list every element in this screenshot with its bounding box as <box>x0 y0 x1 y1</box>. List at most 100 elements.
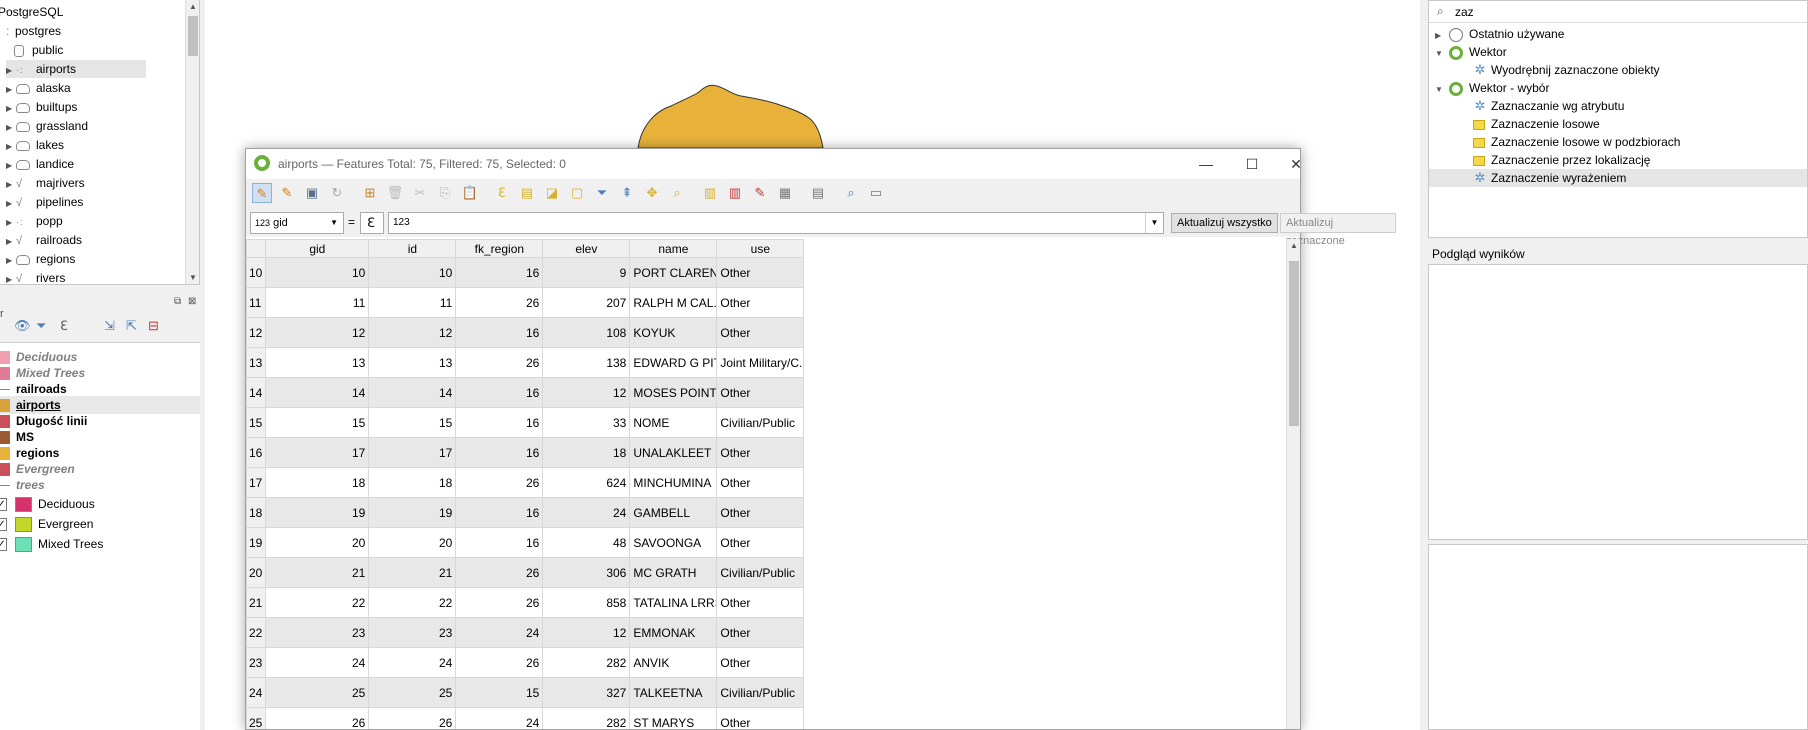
table-cell[interactable]: TATALINA LRRS <box>629 587 718 618</box>
table-row[interactable]: 18 19 19 16 24 GAMBELL Other <box>246 497 805 528</box>
table-row[interactable]: 17 18 18 26 624 MINCHUMINA Other <box>246 467 805 498</box>
row-number[interactable]: 21 <box>246 587 267 618</box>
table-cell[interactable]: ST MARYS <box>629 707 718 729</box>
table-corner[interactable] <box>246 239 267 258</box>
table-cell[interactable]: 16 <box>455 437 544 468</box>
table-cell[interactable]: 19 <box>368 497 457 528</box>
browser-item[interactable]: ▶ alaska <box>6 79 71 97</box>
select-all-icon[interactable]: ▤ <box>517 183 537 203</box>
table-cell[interactable]: 23 <box>265 617 370 648</box>
table-cell[interactable]: EMMONAK <box>629 617 718 648</box>
close-icon[interactable]: ✕ <box>1276 153 1316 175</box>
toolbox-item[interactable]: Zaznaczenie losowe w podzbiorach <box>1473 133 1680 151</box>
row-number[interactable]: 12 <box>246 317 267 348</box>
row-number[interactable]: 18 <box>246 497 267 528</box>
column-header[interactable]: fk_region <box>455 239 544 258</box>
table-cell[interactable]: 23 <box>368 617 457 648</box>
delete-field-icon[interactable]: ▥ <box>725 183 745 203</box>
browser-item[interactable]: ▶ √ rivers <box>6 269 65 284</box>
column-header[interactable]: use <box>716 239 805 258</box>
table-cell[interactable]: MINCHUMINA <box>629 467 718 498</box>
table-cell[interactable]: 21 <box>265 557 370 588</box>
table-cell[interactable]: 24 <box>265 647 370 678</box>
dialog-titlebar[interactable]: airports — Features Total: 75, Filtered:… <box>246 149 1302 179</box>
delete-feature-icon[interactable]: 🗑 <box>385 183 405 203</box>
table-cell[interactable]: Other <box>716 647 805 678</box>
table-row[interactable]: 25 26 26 24 282 ST MARYS Other <box>246 707 805 729</box>
table-cell[interactable]: 16 <box>455 407 544 438</box>
table-cell[interactable]: ANVIK <box>629 647 718 678</box>
actions-icon[interactable]: ▭ <box>866 183 886 203</box>
expand-arrow-icon[interactable]: ▶ <box>6 176 16 194</box>
table-cell[interactable]: 26 <box>455 467 544 498</box>
field-combo[interactable]: 123 gid ▼ <box>250 212 344 234</box>
toolbox-item[interactable]: ✲ Zaznaczanie wg atrybutu <box>1473 97 1625 115</box>
legend-checkbox[interactable]: ✓ <box>0 538 7 552</box>
field-calculator-icon[interactable]: ▦ <box>775 183 795 203</box>
browser-item[interactable]: ▶ √ majrivers <box>6 174 85 192</box>
add-feature-icon[interactable]: ⊞ <box>360 183 380 203</box>
table-cell[interactable]: Other <box>716 467 805 498</box>
expand-arrow-icon[interactable]: ▶ <box>6 271 16 284</box>
filter-icon[interactable]: ⏷ <box>36 318 46 334</box>
table-cell[interactable]: 26 <box>455 587 544 618</box>
table-cell[interactable]: 24 <box>455 707 544 729</box>
row-number[interactable]: 13 <box>246 347 267 378</box>
table-cell[interactable]: 858 <box>542 587 631 618</box>
scroll-thumb[interactable] <box>1289 261 1299 426</box>
filter-select-icon[interactable]: ⏷ <box>592 183 612 203</box>
table-row[interactable]: 12 12 12 16 108 KOYUK Other <box>246 317 805 348</box>
table-cell[interactable]: 18 <box>265 467 370 498</box>
expand-arrow-icon[interactable]: ▶ <box>6 81 16 99</box>
table-cell[interactable]: 12 <box>265 317 370 348</box>
column-header[interactable]: gid <box>265 239 370 258</box>
table-cell[interactable]: 24 <box>542 497 631 528</box>
table-cell[interactable]: Civilian/Public <box>716 557 805 588</box>
expression-filter-icon[interactable]: ℇ <box>60 318 68 334</box>
maximize-icon[interactable]: ☐ <box>1232 153 1272 175</box>
table-cell[interactable]: 33 <box>542 407 631 438</box>
table-cell[interactable]: Other <box>716 377 805 408</box>
table-row[interactable]: 22 23 23 24 12 EMMONAK Other <box>246 617 805 648</box>
table-cell[interactable]: 12 <box>542 617 631 648</box>
table-cell[interactable]: 17 <box>368 437 457 468</box>
row-number[interactable]: 10 <box>246 257 267 288</box>
scroll-up-icon[interactable]: ▲ <box>186 0 199 14</box>
toolbox-item[interactable]: ▼ Wektor <box>1435 43 1507 61</box>
table-cell[interactable]: Other <box>716 317 805 348</box>
row-number[interactable]: 16 <box>246 437 267 468</box>
table-row[interactable]: 16 17 17 16 18 UNALAKLEET Other <box>246 437 805 468</box>
legend-checkbox[interactable]: ✓ <box>0 498 7 512</box>
table-row[interactable]: 15 15 15 16 33 NOME Civilian/Public <box>246 407 805 438</box>
browser-item[interactable]: public <box>14 41 63 59</box>
table-cell[interactable]: Other <box>716 617 805 648</box>
table-cell[interactable]: Other <box>716 257 805 288</box>
move-selection-top-icon[interactable]: ⇞ <box>617 183 637 203</box>
invert-selection-icon[interactable]: ◪ <box>542 183 562 203</box>
toolbox-item[interactable]: ✲ Zaznaczenie wyrażeniem <box>1429 169 1807 187</box>
select-expression-icon[interactable]: ℇ <box>492 183 512 203</box>
table-cell[interactable]: 11 <box>368 287 457 318</box>
table-cell[interactable]: 306 <box>542 557 631 588</box>
column-header[interactable]: name <box>629 239 718 258</box>
expand-arrow-icon[interactable]: ▶ <box>6 233 16 251</box>
table-cell[interactable]: 18 <box>542 437 631 468</box>
row-number[interactable]: 20 <box>246 557 267 588</box>
legend-item[interactable]: ✓ Mixed Trees <box>0 535 103 553</box>
update-selected-button[interactable]: Aktualizuj zaznaczone <box>1280 213 1396 247</box>
table-cell[interactable]: 138 <box>542 347 631 378</box>
table-cell[interactable]: 15 <box>455 677 544 708</box>
expand-arrow-icon[interactable]: ▶ <box>6 62 16 80</box>
conditional-formatting-icon[interactable]: ▤ <box>808 183 828 203</box>
browser-item[interactable]: PostgreSQL <box>0 3 63 21</box>
browser-item[interactable]: ▶ builtups <box>6 98 77 116</box>
table-cell[interactable]: 26 <box>455 647 544 678</box>
table-cell[interactable]: 16 <box>455 377 544 408</box>
expand-all-icon[interactable]: ⇲ <box>104 318 115 334</box>
table-cell[interactable]: Joint Military/C... <box>716 347 805 378</box>
table-row[interactable]: 20 21 21 26 306 MC GRATH Civilian/Public <box>246 557 805 588</box>
expand-arrow-icon[interactable]: ▼ <box>1435 45 1445 63</box>
update-all-button[interactable]: Aktualizuj wszystko <box>1171 213 1278 233</box>
table-cell[interactable]: 16 <box>455 257 544 288</box>
table-cell[interactable]: NOME <box>629 407 718 438</box>
